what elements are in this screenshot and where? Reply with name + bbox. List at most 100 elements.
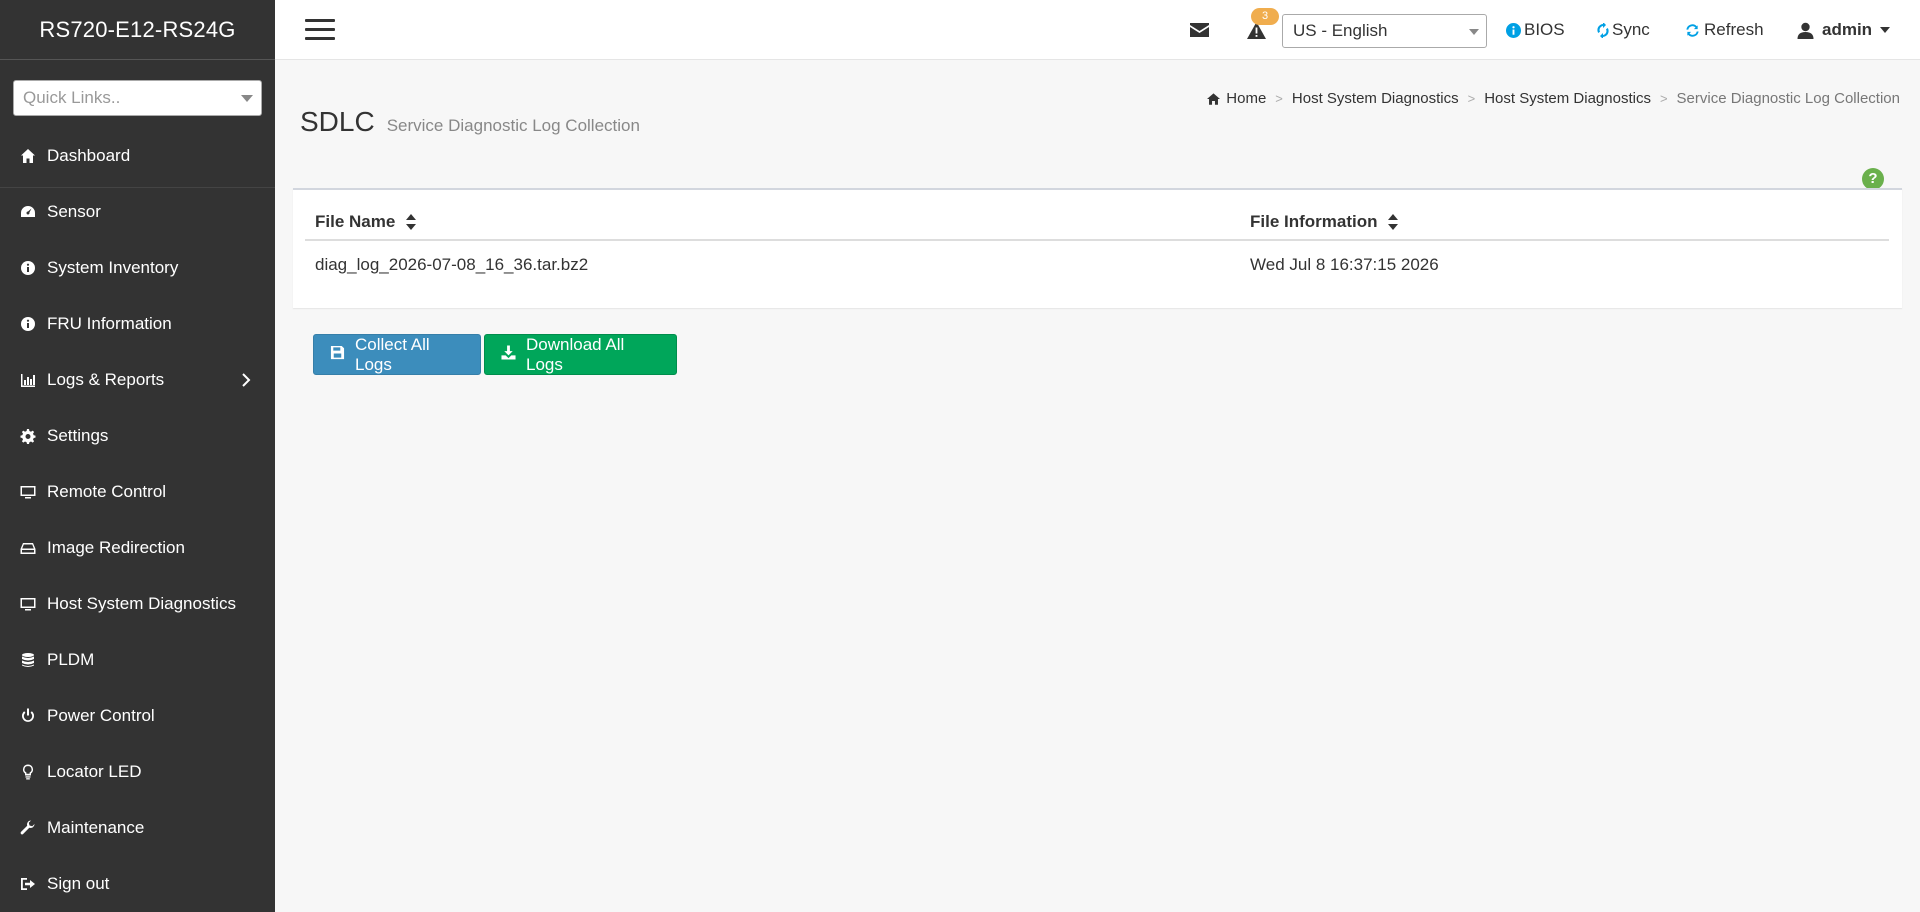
- file-name-cell: diag_log_2026-07-08_16_36.tar.bz2: [315, 254, 589, 274]
- home-icon: [1207, 92, 1226, 105]
- top-header: 3 US - English BIOS Sync Refresh admin: [275, 0, 1920, 60]
- sidebar-item-label: Remote Control: [47, 482, 167, 501]
- download-all-logs-button[interactable]: Download All Logs: [484, 334, 677, 375]
- sidebar-item-fru-information[interactable]: FRU Information: [0, 296, 275, 352]
- table-row[interactable]: diag_log_2026-07-08_16_36.tar.bz2 Wed Ju…: [305, 240, 1889, 288]
- user-menu-button[interactable]: admin: [1797, 0, 1891, 60]
- gear-icon: [18, 427, 38, 445]
- power-icon: [18, 707, 38, 725]
- sidebar-item-remote-control[interactable]: Remote Control: [0, 464, 275, 520]
- messages-button[interactable]: [1190, 0, 1209, 60]
- language-value: US - English: [1293, 21, 1388, 40]
- sidebar-item-system-inventory[interactable]: System Inventory: [0, 240, 275, 296]
- save-icon: [330, 345, 355, 365]
- page-subtitle: Service Diagnostic Log Collection: [386, 116, 640, 135]
- chevron-down-icon: [241, 95, 253, 102]
- refresh-button[interactable]: Refresh: [1685, 0, 1764, 60]
- sidebar-item-label: Settings: [47, 426, 109, 445]
- hdd-icon: [18, 539, 38, 557]
- column-header-label: File Name: [315, 211, 396, 231]
- breadcrumb-home-link[interactable]: Home: [1226, 90, 1266, 107]
- sort-icon: [406, 214, 417, 231]
- page-title: SDLC: [300, 106, 375, 137]
- sidebar-item-dashboard[interactable]: Dashboard: [0, 128, 275, 184]
- refresh-label: Refresh: [1704, 20, 1764, 39]
- help-icon[interactable]: ?: [1862, 168, 1884, 190]
- gauge-icon: [18, 203, 38, 221]
- file-info-cell: Wed Jul 8 16:37:15 2026: [1250, 254, 1439, 274]
- user-label: admin: [1822, 20, 1873, 39]
- column-header-label: File Information: [1250, 211, 1378, 231]
- chevron-right-icon: [241, 372, 251, 392]
- sidebar-item-logs-reports[interactable]: Logs & Reports: [0, 352, 275, 408]
- envelope-icon: [1190, 23, 1209, 37]
- sidebar-item-label: FRU Information: [47, 314, 172, 333]
- log-files-table: File Name File Information diag_log_2026…: [305, 204, 1889, 288]
- sidebar-item-sign-out[interactable]: Sign out: [0, 856, 275, 912]
- log-files-panel: File Name File Information diag_log_2026…: [293, 188, 1902, 308]
- sidebar-item-label: Image Redirection: [47, 538, 185, 557]
- info-icon: [18, 259, 38, 277]
- sidebar-item-label: Maintenance: [47, 818, 145, 837]
- info-icon: [18, 315, 38, 333]
- sidebar-item-label: PLDM: [47, 650, 95, 669]
- collect-all-logs-label: Collect All Logs: [355, 334, 430, 374]
- breadcrumb-separator: >: [1467, 91, 1476, 106]
- app-title: RS720-E12-RS24G: [0, 0, 275, 60]
- bar-chart-icon: [18, 371, 38, 389]
- menu-toggle-button[interactable]: [305, 19, 335, 41]
- breadcrumb-current: Service Diagnostic Log Collection: [1676, 90, 1900, 107]
- breadcrumb-separator: >: [1275, 91, 1283, 106]
- sidebar-item-label: Power Control: [47, 706, 155, 725]
- sidebar-item-maintenance[interactable]: Maintenance: [0, 800, 275, 856]
- bios-button[interactable]: BIOS: [1506, 0, 1565, 60]
- sidebar: RS720-E12-RS24G Quick Links.. Dashboard …: [0, 0, 275, 912]
- breadcrumb: Home > Host System Diagnostics > Host Sy…: [1207, 90, 1900, 107]
- column-header-file-information[interactable]: File Information: [1240, 204, 1889, 241]
- lightbulb-icon: [18, 763, 38, 781]
- monitor-icon: [18, 595, 38, 613]
- app-root: RS720-E12-RS24G Quick Links.. Dashboard …: [0, 0, 1920, 912]
- quick-links-placeholder: Quick Links..: [23, 88, 121, 107]
- bios-label: BIOS: [1524, 20, 1565, 39]
- info-icon: [1506, 22, 1521, 38]
- sidebar-nav: Dashboard Sensor System Inventory FRU In…: [0, 128, 275, 912]
- chevron-down-icon: [1469, 29, 1479, 35]
- sync-label: Sync: [1612, 20, 1650, 39]
- monitor-icon: [18, 483, 38, 501]
- sync-icon: [1597, 22, 1609, 38]
- sidebar-item-label: System Inventory: [47, 258, 179, 277]
- breadcrumb-link[interactable]: Host System Diagnostics: [1484, 90, 1651, 107]
- sidebar-item-power-control[interactable]: Power Control: [0, 688, 275, 744]
- collect-all-logs-button[interactable]: Collect All Logs: [313, 334, 481, 375]
- sidebar-item-label: Sign out: [47, 874, 110, 893]
- breadcrumb-separator: >: [1659, 91, 1668, 106]
- sidebar-item-label: Dashboard: [47, 146, 131, 165]
- user-icon: [1797, 22, 1814, 39]
- download-icon: [501, 344, 526, 365]
- sidebar-item-locator-led[interactable]: Locator LED: [0, 744, 275, 800]
- database-icon: [18, 651, 38, 669]
- alert-count-badge: 3: [1251, 8, 1279, 25]
- sidebar-item-image-redirection[interactable]: Image Redirection: [0, 520, 275, 576]
- sidebar-item-label: Sensor: [47, 202, 101, 221]
- sidebar-item-host-system-diagnostics[interactable]: Host System Diagnostics: [0, 576, 275, 632]
- wrench-icon: [18, 819, 38, 837]
- table-header-row: File Name File Information: [305, 204, 1889, 241]
- quick-links-select[interactable]: Quick Links..: [13, 80, 262, 116]
- breadcrumb-link[interactable]: Host System Diagnostics: [1292, 90, 1459, 107]
- language-select[interactable]: US - English: [1282, 14, 1487, 48]
- column-header-file-name[interactable]: File Name: [305, 204, 1240, 241]
- sidebar-item-label: Locator LED: [47, 762, 142, 781]
- chevron-down-icon: [1880, 27, 1891, 33]
- sidebar-item-pldm[interactable]: PLDM: [0, 632, 275, 688]
- sidebar-item-sensor[interactable]: Sensor: [0, 184, 275, 240]
- home-icon: [18, 147, 38, 165]
- download-all-logs-label: Download All Logs: [526, 334, 625, 374]
- sign-out-icon: [18, 875, 38, 893]
- page-heading: SDLC Service Diagnostic Log Collection: [300, 106, 640, 138]
- sidebar-item-label: Host System Diagnostics: [47, 594, 236, 613]
- sync-button[interactable]: Sync: [1597, 0, 1650, 60]
- sort-icon: [1388, 214, 1399, 231]
- sidebar-item-settings[interactable]: Settings: [0, 408, 275, 464]
